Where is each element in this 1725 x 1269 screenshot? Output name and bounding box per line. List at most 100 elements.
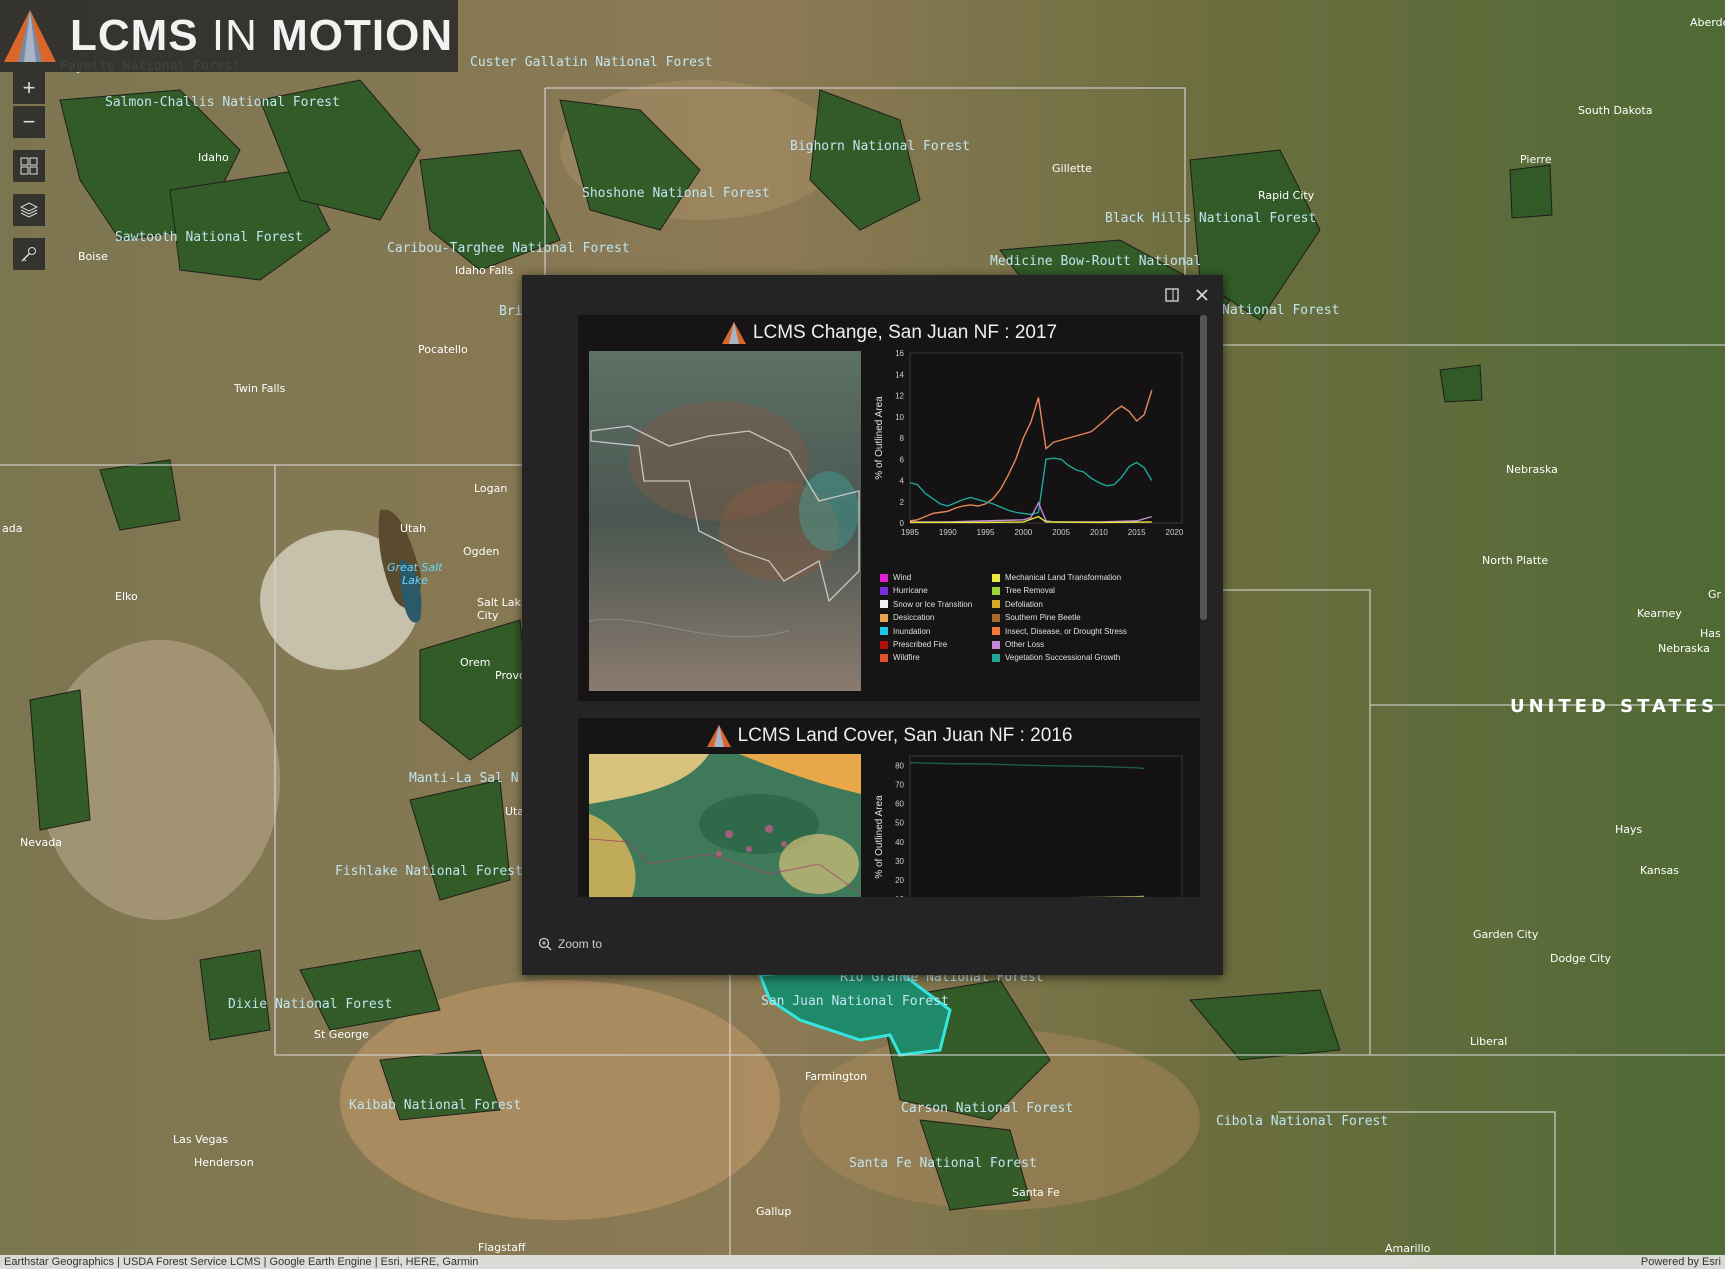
place-label: Kansas (1640, 864, 1679, 877)
y-tick-label: 12 (895, 392, 904, 401)
y-tick-label: 2 (900, 498, 905, 507)
zoom-out-button[interactable]: − (13, 106, 45, 138)
landcover-line-chart: 10 20 30 40 50 60 70 80 % of Outlined Area (874, 755, 1183, 897)
legend-label: Desiccation (893, 613, 935, 623)
legend-key-button[interactable] (13, 238, 45, 270)
place-label: Gr (1708, 588, 1722, 601)
basemap-gallery-button[interactable] (13, 150, 45, 182)
place-label: Orem (460, 656, 490, 669)
forest-label: Sawtooth National Forest (115, 230, 303, 245)
lake-label: Lake (402, 574, 428, 587)
forest-label: Fishlake National Forest (335, 864, 523, 879)
legend-label: Snow or Ice Transition (893, 599, 973, 609)
change-map-thumbnail (589, 351, 861, 691)
legend-swatch (880, 600, 888, 609)
legend-swatch (880, 627, 888, 636)
place-label: Logan (474, 482, 507, 495)
forest-label: Dixie National Forest (228, 997, 392, 1012)
popup-close-button[interactable] (1192, 285, 1212, 305)
attribution-text: Earthstar Geographics | USDA Forest Serv… (4, 1256, 479, 1268)
app-title-in: IN (198, 11, 272, 60)
x-tick-label: 2010 (1090, 528, 1108, 537)
place-label: Idaho (198, 151, 229, 164)
layers-button[interactable] (13, 194, 45, 226)
y-tick-label: 70 (895, 781, 904, 790)
forest-label: Bri (499, 304, 522, 319)
popup-maximize-button[interactable] (1162, 285, 1182, 305)
x-tick-label: 2015 (1128, 528, 1146, 537)
forest-label: Caribou-Targhee National Forest (387, 241, 630, 256)
lcms-logo-icon (721, 322, 746, 344)
popup-content[interactable]: LCMS Change, San Juan NF : 2017 0 2 4 6 … (578, 315, 1212, 897)
place-label: Idaho Falls (455, 264, 513, 277)
y-tick-label: 0 (900, 519, 905, 528)
forest-label: National Forest (1222, 303, 1339, 318)
y-tick-label: 4 (900, 477, 905, 486)
legend-item: Desiccation (880, 613, 934, 622)
place-label: Las Vegas (173, 1133, 228, 1146)
close-icon (1196, 289, 1208, 301)
layers-icon (20, 202, 38, 218)
plot-area (909, 755, 1183, 897)
place-label: South Dakota (1578, 104, 1652, 117)
change-legend: Wind Hurricane Snow or Ice Transition Desic… (880, 573, 1200, 683)
basemap-gallery-icon (20, 157, 38, 175)
legend-label: Tree Removal (1005, 586, 1055, 596)
place-label: ada (2, 522, 22, 535)
zoom-in-button[interactable]: + (13, 72, 45, 104)
place-label: Aberde (1690, 16, 1725, 29)
legend-item: Insect, Disease, or Drought Stress (992, 627, 1127, 636)
place-label: Boise (78, 250, 108, 263)
legend-label: Inundation (893, 626, 931, 636)
lcms-logo-icon (4, 10, 56, 62)
card-title-text: LCMS Change, San Juan NF : 2017 (752, 322, 1058, 344)
y-tick-label: 6 (900, 455, 905, 464)
place-label: Dodge City (1550, 952, 1611, 965)
x-tick-label: 1985 (901, 528, 919, 537)
legend-swatch (992, 640, 1000, 649)
legend-label: Wildfire (893, 653, 920, 663)
legend-swatch (992, 600, 1000, 609)
place-label: Hays (1615, 823, 1643, 836)
legend-swatch (992, 573, 1000, 582)
legend-item: Wind (880, 573, 911, 582)
place-label: Salt Lak (477, 596, 521, 609)
app-title-motion: MOTION (271, 11, 454, 60)
legend-swatch (992, 627, 1000, 636)
zoom-to-label: Zoom to (558, 937, 603, 951)
popup-scrollbar[interactable] (1200, 315, 1207, 620)
legend-label: Southern Pine Beetle (1005, 613, 1081, 623)
place-label: Elko (115, 590, 138, 603)
legend-label: Insect, Disease, or Drought Stress (1005, 626, 1127, 636)
legend-item: Vegetation Successional Growth (992, 653, 1120, 662)
legend-swatch (880, 640, 888, 649)
forest-label: Black Hills National Forest (1105, 211, 1316, 226)
place-label: Pocatello (418, 343, 468, 356)
powered-by-text: Powered by Esri (1640, 1256, 1721, 1268)
app-header: LCMS IN MOTION (0, 0, 458, 72)
place-label: St George (314, 1028, 369, 1041)
legend-label: Wind (893, 573, 912, 582)
landcover-map-thumbnail (589, 754, 861, 897)
lcms-logo-icon (706, 725, 731, 747)
legend-item: Southern Pine Beetle (992, 613, 1081, 622)
place-label: City (477, 609, 499, 622)
zoom-to-button[interactable]: Zoom to (538, 937, 602, 951)
forest-label: Custer Gallatin National Forest (470, 55, 713, 70)
y-tick-label: 14 (895, 370, 904, 379)
legend-label: Other Loss (1005, 640, 1045, 649)
place-label: Garden City (1473, 928, 1539, 941)
y-tick-label: 80 (895, 762, 904, 771)
legend-swatch (880, 573, 888, 582)
place-label: North Platte (1482, 554, 1548, 567)
y-tick-label: 20 (895, 876, 904, 885)
place-label: Santa Fe (1012, 1186, 1060, 1199)
x-tick-label: 2005 (1052, 528, 1070, 537)
y-tick-label: 16 (895, 349, 904, 358)
y-tick-label: 30 (895, 857, 904, 866)
card-title-text: LCMS Land Cover, San Juan NF : 2016 (737, 725, 1073, 747)
legend-item: Snow or Ice Transition (880, 600, 972, 609)
card-title: LCMS Change, San Juan NF : 2017 (578, 321, 1200, 345)
place-label: Farmington (805, 1070, 867, 1083)
legend-item: Prescribed Fire (880, 640, 947, 649)
